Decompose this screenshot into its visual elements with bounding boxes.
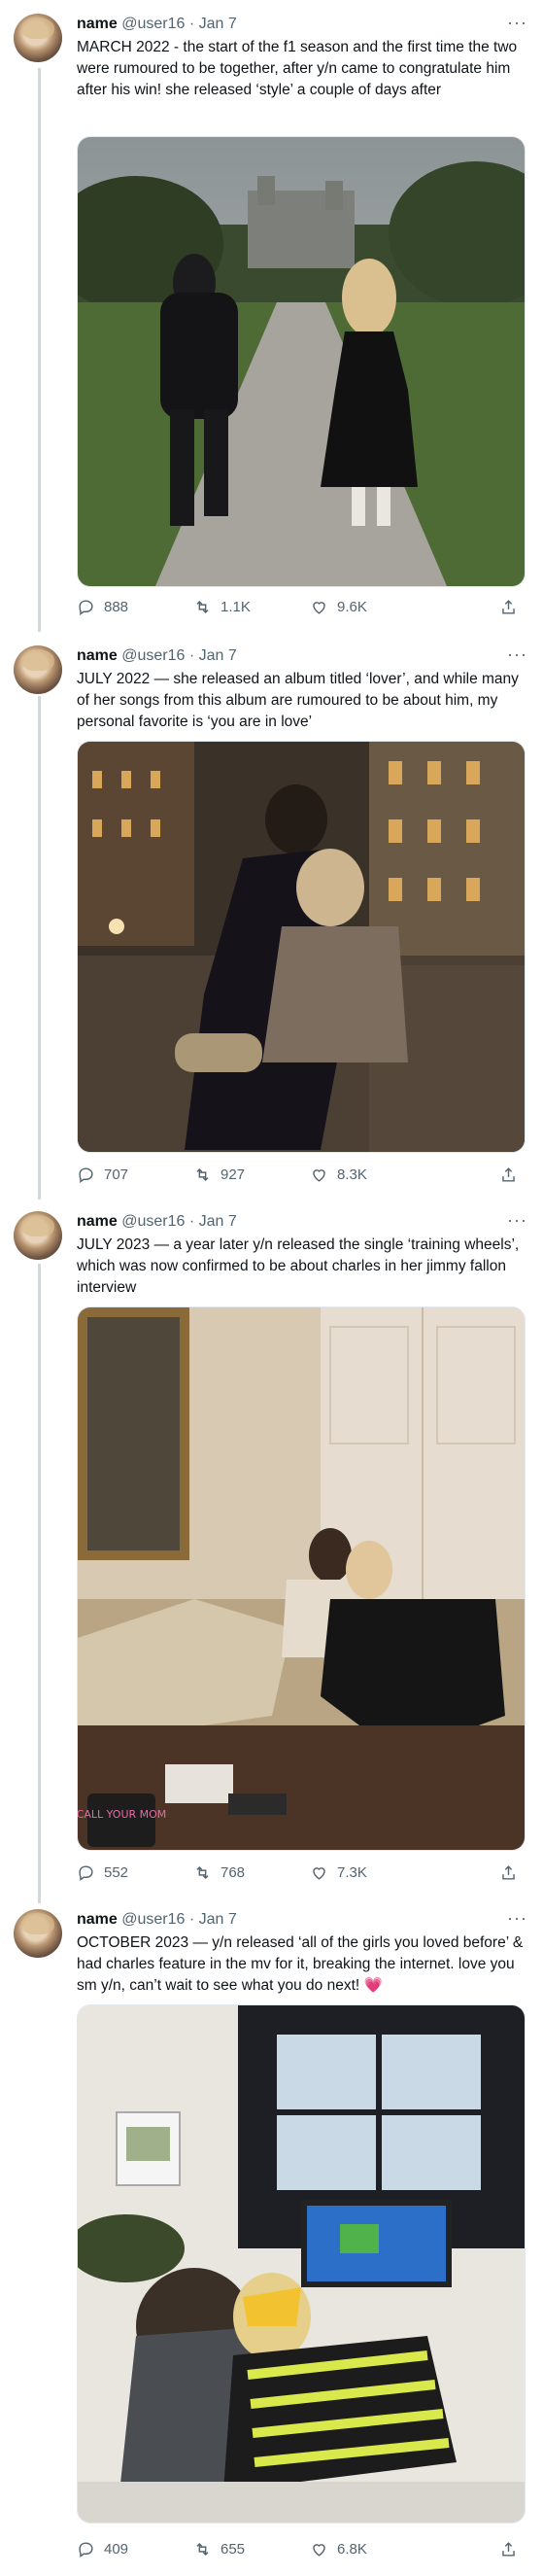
tweet[interactable]: name @user16 · Jan 7 ··· JULY 2023 — a y… [0, 1198, 543, 1896]
tweet[interactable]: name @user16 · Jan 7 ··· OCTOBER 2023 — … [0, 1896, 543, 2576]
tweet-date[interactable]: Jan 7 [199, 1213, 237, 1230]
display-name[interactable]: name [77, 16, 118, 32]
retweet-count: 768 [221, 1863, 246, 1881]
tweet[interactable]: name @user16 · Jan 7 ··· MARCH 2022 - th… [0, 0, 543, 632]
retweet-button[interactable]: 655 [193, 2540, 310, 2559]
reply-count: 888 [104, 598, 129, 615]
share-button[interactable] [499, 1863, 518, 1882]
heart-icon [313, 1866, 325, 1880]
reply-button[interactable]: 707 [77, 1166, 193, 1184]
tweet-photo[interactable]: CALL YOUR MOM [77, 1306, 526, 1851]
user-handle[interactable]: @user16 [121, 647, 185, 664]
reply-icon [79, 1864, 93, 1881]
tweet-photo[interactable] [77, 741, 526, 1153]
couple-on-couch-image: CALL YOUR MOM [78, 1307, 525, 1850]
display-name[interactable]: name [77, 1911, 118, 1928]
reply-count: 552 [104, 1863, 129, 1881]
more-options-icon[interactable]: ··· [507, 1907, 527, 1929]
share-button[interactable] [499, 598, 518, 616]
avatar[interactable] [14, 14, 62, 62]
share-icon [502, 1166, 515, 1182]
tweet-photo[interactable] [77, 136, 526, 587]
tweet-header: name @user16 · Jan 7 ··· [77, 12, 527, 35]
retweet-icon [196, 2542, 209, 2556]
like-count: 8.3K [337, 1166, 367, 1183]
user-handle[interactable]: @user16 [121, 1911, 185, 1928]
tweet-date[interactable]: Jan 7 [199, 1911, 237, 1928]
avatar[interactable] [14, 1909, 62, 1958]
tweet-text: MARCH 2022 - the start of the f1 season … [77, 39, 518, 98]
retweet-icon [196, 1167, 209, 1181]
separator-dot: · [188, 16, 195, 32]
retweet-icon [196, 1865, 209, 1879]
tweet-date[interactable]: Jan 7 [199, 16, 237, 32]
like-button[interactable]: 6.8K [310, 2540, 426, 2559]
retweet-count: 1.1K [221, 598, 251, 615]
couple-walking-park-image [78, 137, 525, 586]
display-name[interactable]: name [77, 647, 118, 664]
retweet-count: 927 [221, 1166, 246, 1183]
separator-dot: · [188, 1911, 195, 1928]
mug-text: CALL YOUR MOM [78, 1808, 166, 1821]
tweet-date[interactable]: Jan 7 [199, 647, 237, 664]
share-button[interactable] [499, 2540, 518, 2559]
tweet[interactable]: name @user16 · Jan 7 ··· JULY 2022 — she… [0, 632, 543, 1198]
tweet-header: name @user16 · Jan 7 ··· [77, 1209, 527, 1233]
share-icon [502, 1864, 515, 1880]
retweet-button[interactable]: 1.1K [193, 598, 310, 616]
retweet-icon [196, 600, 209, 613]
tweet-header: name @user16 · Jan 7 ··· [77, 1907, 527, 1931]
reply-icon [79, 1166, 93, 1183]
like-count: 7.3K [337, 1863, 367, 1881]
tweet-actions: 707 927 8.3K [77, 1163, 524, 1186]
tweet-text: JULY 2022 — she released an album titled… [77, 671, 519, 730]
like-button[interactable]: 9.6K [310, 598, 426, 616]
tweet-header: name @user16 · Jan 7 ··· [77, 644, 527, 667]
reply-icon [79, 2541, 93, 2558]
heart-icon [313, 1168, 325, 1182]
retweet-count: 655 [221, 2540, 246, 2558]
tweet-text: JULY 2023 — a year later y/n released th… [77, 1236, 520, 1296]
tweet-actions: 888 1.1K 9.6K [77, 595, 524, 618]
avatar[interactable] [14, 1211, 62, 1260]
share-icon [502, 599, 515, 614]
heart-icon [313, 601, 325, 614]
user-handle[interactable]: @user16 [121, 1213, 185, 1230]
separator-dot: · [188, 1213, 195, 1230]
reply-count: 707 [104, 1166, 129, 1183]
like-count: 6.8K [337, 2540, 367, 2558]
retweet-button[interactable]: 768 [193, 1863, 310, 1882]
tweet-actions: 552 768 7.3K [77, 1861, 524, 1884]
user-handle[interactable]: @user16 [121, 16, 185, 32]
reply-button[interactable]: 409 [77, 2540, 193, 2559]
reply-button[interactable]: 888 [77, 598, 193, 616]
couple-playing-video-games-image [78, 2005, 525, 2523]
separator-dot: · [188, 647, 195, 664]
like-button[interactable]: 7.3K [310, 1863, 426, 1882]
heart-icon [313, 2543, 325, 2557]
more-options-icon[interactable]: ··· [507, 1209, 527, 1231]
reply-button[interactable]: 552 [77, 1863, 193, 1882]
couple-kissing-city-night-image [78, 742, 525, 1152]
avatar[interactable] [14, 645, 62, 694]
more-options-icon[interactable]: ··· [507, 12, 527, 33]
tweet-actions: 409 655 6.8K [77, 2537, 524, 2560]
share-button[interactable] [499, 1166, 518, 1184]
tweet-text: OCTOBER 2023 — y/n released ‘all of the … [77, 1934, 524, 1994]
like-count: 9.6K [337, 598, 367, 615]
reply-count: 409 [104, 2540, 129, 2558]
tweet-photo[interactable] [77, 2004, 526, 2524]
retweet-button[interactable]: 927 [193, 1166, 310, 1184]
like-button[interactable]: 8.3K [310, 1166, 426, 1184]
reply-icon [79, 599, 93, 615]
display-name[interactable]: name [77, 1213, 118, 1230]
more-options-icon[interactable]: ··· [507, 644, 527, 665]
share-icon [502, 2541, 515, 2557]
